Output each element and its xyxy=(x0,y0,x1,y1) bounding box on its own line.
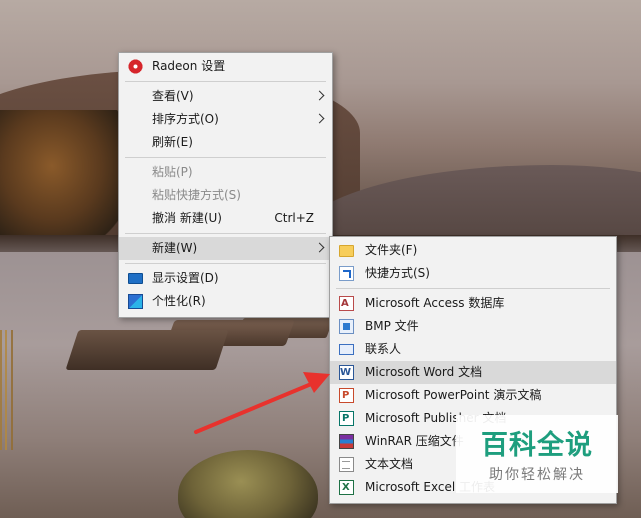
powerpoint-icon xyxy=(339,384,354,407)
menu-item-sort-by[interactable]: 排序方式(O) xyxy=(119,108,332,131)
chevron-right-icon xyxy=(314,113,325,124)
menu-item-label: 粘贴(P) xyxy=(152,165,193,179)
submenu-item-folder[interactable]: 文件夹(F) xyxy=(330,239,616,262)
menu-item-paste-shortcut[interactable]: 粘贴快捷方式(S) xyxy=(119,184,332,207)
wallpaper-dock xyxy=(65,330,229,370)
menu-item-view[interactable]: 查看(V) xyxy=(119,85,332,108)
personalize-icon xyxy=(128,294,143,309)
menu-separator xyxy=(125,263,326,264)
radeon-icon xyxy=(128,59,143,74)
folder-icon xyxy=(339,245,354,257)
menu-item-label: Microsoft PowerPoint 演示文稿 xyxy=(365,388,542,402)
display-icon xyxy=(128,273,143,284)
menu-item-label: 显示设置(D) xyxy=(152,271,219,285)
submenu-item-word-document[interactable]: Microsoft Word 文档 xyxy=(330,361,616,384)
menu-item-label: 文本文档 xyxy=(365,457,414,471)
menu-item-label: WinRAR 压缩文件 xyxy=(365,434,464,448)
menu-item-label: 新建(W) xyxy=(152,241,198,255)
shortcut-icon xyxy=(339,266,354,281)
watermark: 百科全说 助你轻松解决 xyxy=(456,415,618,493)
menu-item-label: 排序方式(O) xyxy=(152,112,219,126)
contact-icon xyxy=(339,344,354,355)
chevron-right-icon xyxy=(314,90,325,101)
menu-item-label: 刷新(E) xyxy=(152,135,193,149)
menu-item-paste[interactable]: 粘贴(P) xyxy=(119,161,332,184)
menu-item-undo-new[interactable]: 撤消 新建(U) Ctrl+Z xyxy=(119,207,332,230)
menu-item-label: 联系人 xyxy=(365,342,402,356)
winrar-icon xyxy=(339,434,354,449)
menu-item-label: 个性化(R) xyxy=(152,294,206,308)
menu-item-label: Microsoft Word 文档 xyxy=(365,365,483,379)
menu-separator xyxy=(336,288,610,289)
menu-item-refresh[interactable]: 刷新(E) xyxy=(119,131,332,154)
menu-item-shortcut: Ctrl+Z xyxy=(274,211,314,225)
watermark-subtitle: 助你轻松解决 xyxy=(489,467,585,483)
access-icon xyxy=(339,292,354,315)
menu-item-label: Radeon 设置 xyxy=(152,59,226,73)
menu-item-new[interactable]: 新建(W) xyxy=(119,237,332,260)
submenu-item-shortcut[interactable]: 快捷方式(S) xyxy=(330,262,616,285)
submenu-item-access-database[interactable]: Microsoft Access 数据库 xyxy=(330,292,616,315)
menu-separator xyxy=(125,81,326,82)
wallpaper-reeds xyxy=(0,330,30,450)
menu-item-label: 文件夹(F) xyxy=(365,243,418,257)
submenu-item-contact[interactable]: 联系人 xyxy=(330,338,616,361)
bmp-icon xyxy=(339,319,354,334)
submenu-item-bmp-file[interactable]: BMP 文件 xyxy=(330,315,616,338)
text-document-icon xyxy=(339,457,354,472)
menu-item-label: 快捷方式(S) xyxy=(365,266,430,280)
menu-item-label: 撤消 新建(U) xyxy=(152,211,222,225)
menu-item-display-settings[interactable]: 显示设置(D) xyxy=(119,267,332,290)
desktop-context-menu: Radeon 设置 查看(V) 排序方式(O) 刷新(E) 粘贴(P) 粘贴快捷… xyxy=(118,52,333,318)
publisher-icon xyxy=(339,407,354,430)
menu-item-label: 粘贴快捷方式(S) xyxy=(152,188,241,202)
word-icon xyxy=(339,361,354,384)
menu-item-label: 查看(V) xyxy=(152,89,194,103)
chevron-right-icon xyxy=(314,242,325,253)
excel-icon xyxy=(339,476,354,499)
watermark-title: 百科全说 xyxy=(481,430,593,461)
menu-separator xyxy=(125,233,326,234)
wallpaper-trees xyxy=(0,110,130,250)
menu-separator xyxy=(125,157,326,158)
menu-item-label: BMP 文件 xyxy=(365,319,419,333)
menu-item-radeon-settings[interactable]: Radeon 设置 xyxy=(119,55,332,78)
menu-item-label: Microsoft Access 数据库 xyxy=(365,296,505,310)
menu-item-personalize[interactable]: 个性化(R) xyxy=(119,290,332,313)
submenu-item-powerpoint[interactable]: Microsoft PowerPoint 演示文稿 xyxy=(330,384,616,407)
